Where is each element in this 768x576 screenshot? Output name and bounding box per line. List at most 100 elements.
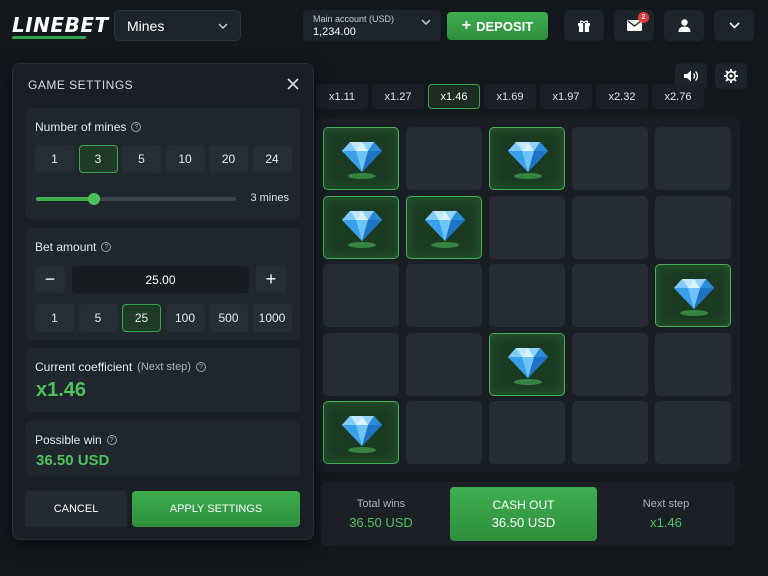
bet-option-1[interactable]: 1 <box>35 304 74 332</box>
mines-option-20[interactable]: 20 <box>209 145 248 173</box>
hidden-tile[interactable] <box>489 195 565 259</box>
hidden-tile[interactable] <box>655 332 731 396</box>
revealed-tile[interactable] <box>655 264 731 327</box>
profile-button[interactable] <box>664 10 704 41</box>
diamond-icon <box>342 210 382 248</box>
mines-label: Number of mines <box>35 120 127 134</box>
hidden-tile[interactable] <box>572 332 648 396</box>
win-value: 36.50 USD <box>36 452 110 469</box>
cash-out-button[interactable]: CASH OUT 36.50 USD <box>450 487 597 541</box>
help-icon[interactable]: ? <box>195 362 206 372</box>
mines-slider-handle[interactable] <box>88 193 100 205</box>
revealed-tile[interactable] <box>323 401 399 464</box>
bet-increase-button[interactable]: + <box>256 266 286 293</box>
bet-option-25[interactable]: 25 <box>122 304 161 332</box>
mines-slider-track[interactable] <box>36 193 236 205</box>
mines-grid <box>316 117 740 472</box>
mines-option-1[interactable]: 1 <box>35 145 74 173</box>
mines-option-5[interactable]: 5 <box>122 145 161 173</box>
hidden-tile[interactable] <box>655 195 731 259</box>
notification-badge: 2 <box>638 12 649 23</box>
deposit-button[interactable]: + DEPOSIT <box>447 12 548 40</box>
apply-settings-button[interactable]: APPLY SETTINGS <box>132 491 300 527</box>
possible-win-card: Possible win ? 36.50 USD <box>25 421 300 477</box>
coef-note: (Next step) <box>137 361 191 373</box>
game-settings-button[interactable] <box>715 63 747 89</box>
coefficient-step: x1.27 <box>372 84 424 109</box>
gift-button[interactable] <box>564 10 604 41</box>
total-wins-value: 36.50 USD <box>349 515 413 530</box>
hidden-tile[interactable] <box>406 332 482 396</box>
coefficient-step: x2.76 <box>652 84 704 109</box>
coef-value: x1.46 <box>36 379 87 401</box>
bet-label-row: Bet amount ? <box>35 240 112 254</box>
next-step: Next step x1.46 <box>606 498 726 530</box>
hidden-tile[interactable] <box>572 195 648 259</box>
user-icon <box>678 19 690 32</box>
hidden-tile[interactable] <box>489 264 565 327</box>
hidden-tile[interactable] <box>655 401 731 464</box>
gift-icon <box>578 19 590 32</box>
mines-option-3[interactable]: 3 <box>78 145 118 173</box>
hidden-tile[interactable] <box>406 127 482 190</box>
chevron-down-icon <box>218 22 228 29</box>
revealed-tile[interactable] <box>489 332 565 396</box>
help-icon[interactable]: ? <box>101 242 112 252</box>
revealed-tile[interactable] <box>406 195 482 259</box>
chevron-down-icon <box>728 22 740 29</box>
logo-underline <box>11 36 87 39</box>
mines-option-10[interactable]: 10 <box>165 145 205 173</box>
mines-slider-fill <box>36 197 94 201</box>
linebet-logo[interactable]: LINEBET <box>12 13 109 37</box>
next-step-value: x1.46 <box>650 515 682 530</box>
game-select-dropdown[interactable]: Mines <box>114 10 241 41</box>
bet-option-500[interactable]: 500 <box>209 304 248 332</box>
win-label: Possible win <box>35 433 102 447</box>
gear-icon <box>724 69 738 83</box>
diamond-icon <box>508 142 548 179</box>
bet-option-5[interactable]: 5 <box>78 304 118 332</box>
mines-slider-label: 3 mines <box>250 192 289 204</box>
cash-out-label: CASH OUT <box>492 498 555 512</box>
diamond-icon <box>342 142 382 179</box>
help-icon[interactable]: ? <box>131 122 142 132</box>
revealed-tile[interactable] <box>323 127 399 190</box>
hidden-tile[interactable] <box>406 264 482 327</box>
hidden-tile[interactable] <box>572 127 648 190</box>
hidden-tile[interactable] <box>323 264 399 327</box>
mines-card: Number of mines ? 1 3 5 10 20 24 3 mines <box>25 108 300 219</box>
hidden-tile[interactable] <box>323 332 399 396</box>
hidden-tile[interactable] <box>406 401 482 464</box>
bet-decrease-button[interactable]: − <box>35 266 65 293</box>
revealed-tile[interactable] <box>489 127 565 190</box>
hidden-tile[interactable] <box>489 401 565 464</box>
next-step-label: Next step <box>642 498 690 510</box>
account-selector[interactable]: Main account (USD) 1,234.00 <box>303 10 441 41</box>
sound-icon <box>683 70 698 82</box>
total-wins-label: Total wins <box>356 498 406 510</box>
bet-option-1000[interactable]: 1000 <box>252 304 292 332</box>
hidden-tile[interactable] <box>655 127 731 190</box>
deposit-label: DEPOSIT <box>476 18 534 34</box>
coefficient-step: x1.69 <box>484 84 536 109</box>
plus-icon: + <box>461 17 472 34</box>
close-icon[interactable] <box>285 76 301 92</box>
messages-button[interactable]: 2 <box>614 10 654 41</box>
diamond-icon <box>342 416 382 453</box>
coefficient-step: x1.97 <box>540 84 592 109</box>
game-select-label: Mines <box>127 17 165 34</box>
account-balance: 1,234.00 <box>313 26 356 38</box>
bet-amount-input[interactable]: 25.00 <box>72 266 249 293</box>
more-menu-button[interactable] <box>714 10 754 41</box>
bet-option-100[interactable]: 100 <box>165 304 205 332</box>
coef-label-row: Current coefficient (Next step) ? <box>35 360 206 374</box>
mines-option-24[interactable]: 24 <box>252 145 292 173</box>
coefficient-step: x1.11 <box>316 84 368 109</box>
help-icon[interactable]: ? <box>106 435 117 445</box>
coef-label: Current coefficient <box>35 360 133 374</box>
hidden-tile[interactable] <box>572 264 648 327</box>
cancel-button[interactable]: CANCEL <box>25 491 127 527</box>
revealed-tile[interactable] <box>323 195 399 259</box>
bet-label: Bet amount <box>35 240 97 254</box>
hidden-tile[interactable] <box>572 401 648 464</box>
